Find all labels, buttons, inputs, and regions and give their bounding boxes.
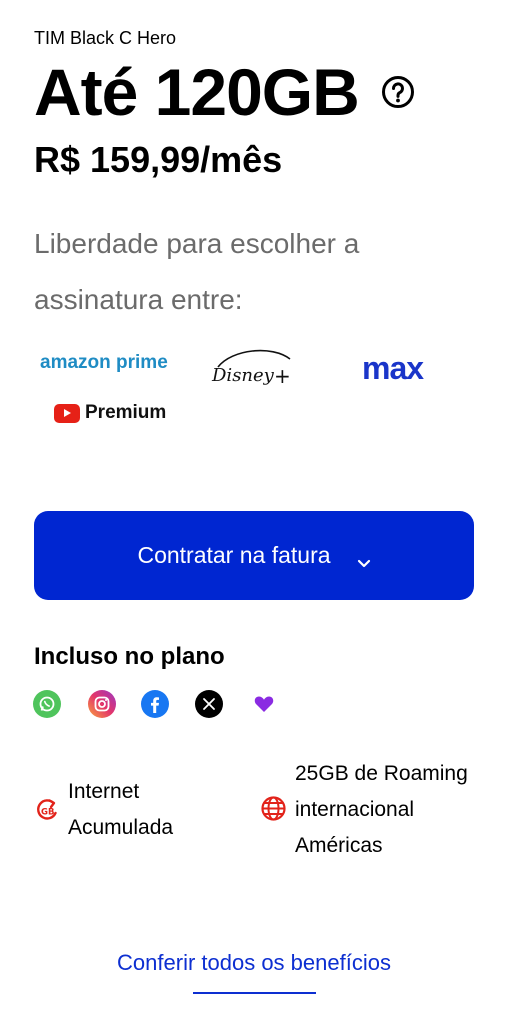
plan-description: Liberdade para escolher a assinatura ent… [34, 228, 360, 315]
see-all-benefits-link[interactable]: Conferir todos os benefícios [0, 950, 508, 976]
feature-line: internacional [295, 798, 415, 821]
amazon-prime-logo: amazon prime [40, 352, 168, 374]
disney-plus-logo: Disney + [210, 345, 300, 391]
feature-internet-accumulated: Internet Acumulada [68, 774, 173, 846]
headline-row: Até 120GB [34, 56, 415, 128]
tim-heart-icon [250, 690, 278, 718]
plan-price: R$ 159,99/mês [34, 139, 283, 180]
whatsapp-icon [33, 690, 61, 718]
feature-line: Internet [68, 780, 140, 803]
svg-text:GB: GB [41, 808, 54, 818]
youtube-premium-text: Premium [85, 402, 167, 423]
x-icon [195, 690, 223, 718]
youtube-premium-logo: Premium [54, 402, 166, 424]
svg-text:Disney: Disney [211, 365, 275, 386]
svg-text:+: + [274, 364, 291, 388]
feature-line: 25GB de Roaming [295, 762, 468, 785]
amazon-prime-logo-text: amazon prime [40, 352, 168, 373]
included-title: Incluso no plano [34, 643, 225, 670]
feature-line: Américas [295, 834, 383, 857]
feature-line: Acumulada [68, 816, 174, 839]
contract-button-label: Contratar na fatura [137, 542, 331, 568]
max-logo: max [362, 350, 424, 387]
help-icon[interactable] [381, 75, 415, 109]
max-logo-text: max [362, 350, 424, 386]
youtube-play-icon [54, 403, 80, 423]
instagram-icon [88, 690, 116, 718]
chevron-down-icon [357, 549, 371, 567]
globe-icon [260, 795, 287, 822]
facebook-icon [141, 690, 169, 718]
link-underline [193, 992, 316, 994]
plan-name: TIM Black C Hero [34, 28, 177, 48]
feature-roaming: 25GB de Roaming internacional Américas [295, 756, 468, 864]
internet-accumulated-icon: GB [34, 797, 60, 823]
plan-headline: Até 120GB [34, 55, 360, 129]
contract-on-bill-button[interactable]: Contratar na fatura [34, 511, 474, 600]
